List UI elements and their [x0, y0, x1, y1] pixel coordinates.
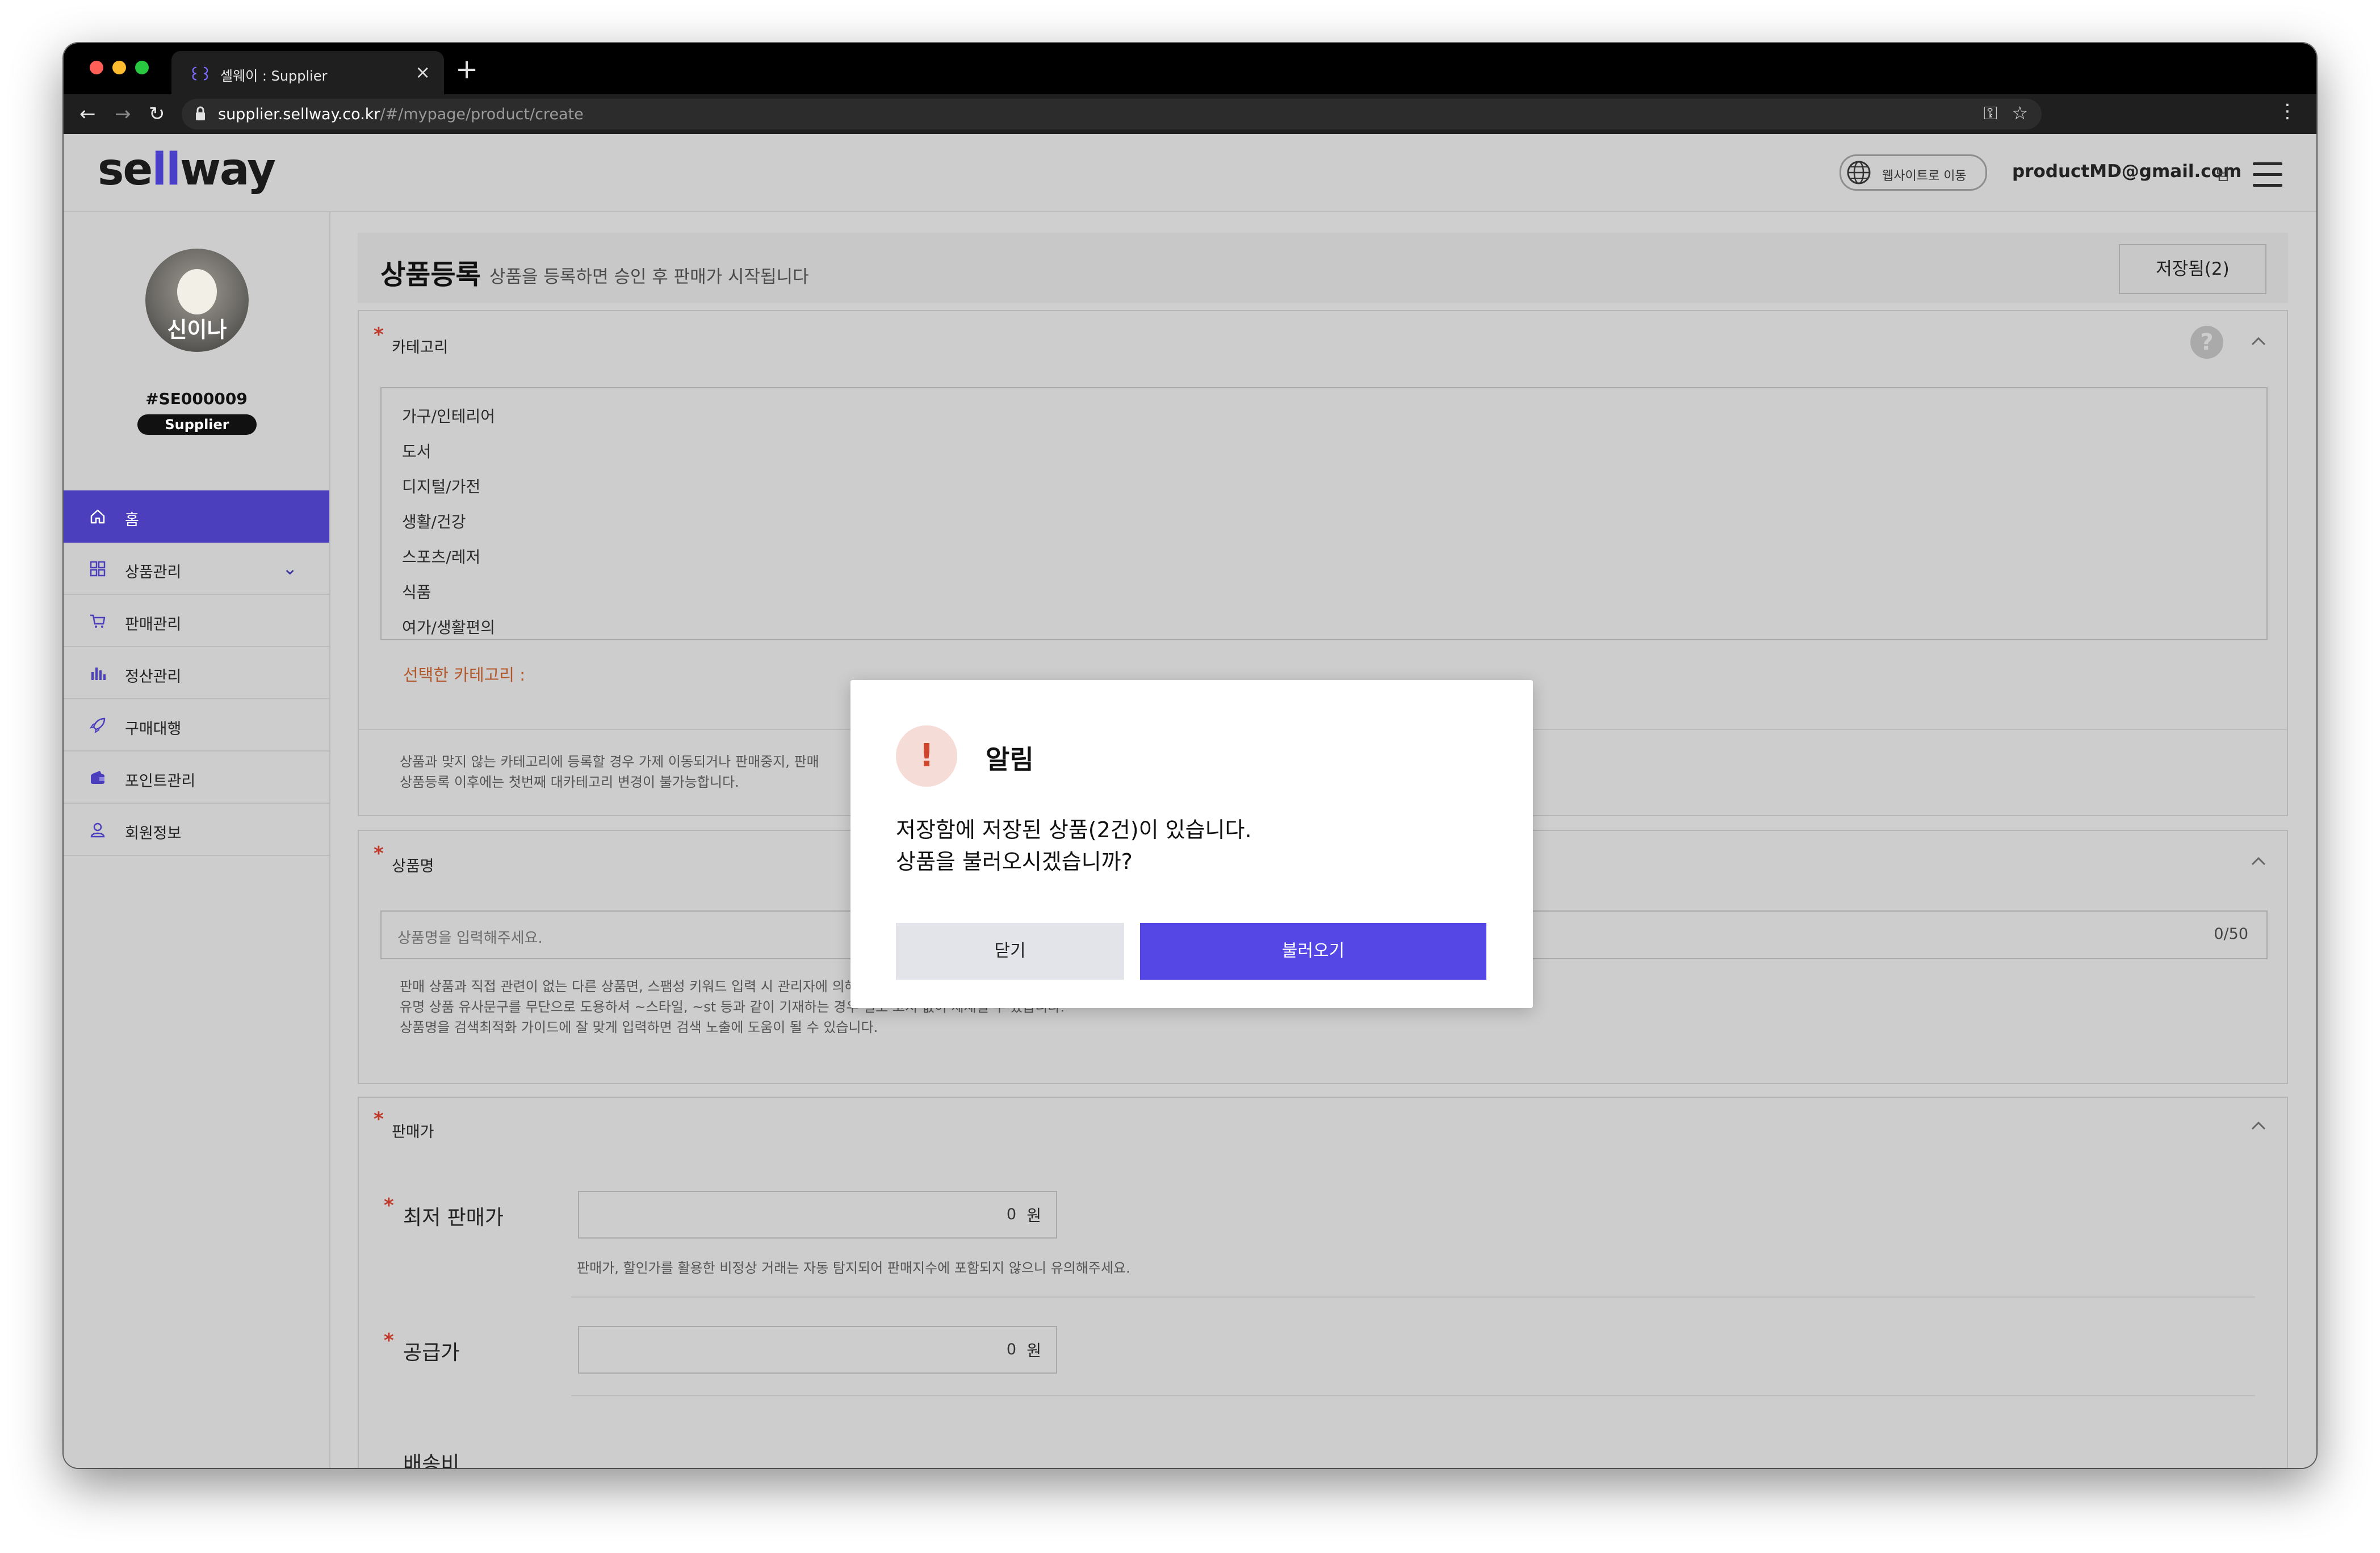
back-icon[interactable]: ←: [79, 100, 96, 128]
alert-icon: !: [896, 725, 957, 787]
required-mark: *: [374, 1108, 384, 1131]
price-section: * 판매가 * 최저 판매가 0 원 판매가, 할인가를 활용한 비정상 거래는…: [358, 1097, 2288, 1468]
category-option[interactable]: 디지털/가전: [402, 475, 480, 497]
chevron-up-icon[interactable]: [2251, 854, 2266, 870]
selected-category: 선택한 카테고리 :: [403, 665, 525, 685]
sidebar-item-label: 구매대행: [125, 720, 182, 738]
required-mark: *: [384, 1329, 394, 1352]
category-option[interactable]: 가구/인테리어: [402, 404, 495, 427]
required-mark: *: [374, 324, 384, 346]
browser-window: ꒰꒱ 셀웨이 : Supplier × + ← → ↻ supplier.sel…: [64, 43, 2316, 1468]
product-name-placeholder: 상품명을 입력해주세요.: [397, 930, 543, 947]
chevron-down-icon[interactable]: ⌄: [282, 557, 298, 579]
tab-bar: ꒰꒱ 셀웨이 : Supplier × +: [64, 43, 2316, 94]
rocket-icon: [89, 717, 106, 734]
close-button[interactable]: 닫기: [896, 923, 1124, 980]
sidebar-item-label: 상품관리: [125, 564, 182, 581]
key-icon[interactable]: ⚿: [1984, 102, 1997, 124]
chevron-up-icon[interactable]: [2251, 334, 2266, 350]
website-button[interactable]: 웹사이트로 이동: [1840, 154, 1987, 191]
sidebar-item-sales[interactable]: 판매관리: [64, 595, 329, 647]
required-mark: *: [374, 842, 384, 865]
load-button[interactable]: 불러오기: [1140, 923, 1486, 980]
url-text: supplier.sellway.co.kr/#/mypage/product/…: [218, 106, 584, 123]
supply-price-input[interactable]: 0 원: [578, 1326, 1057, 1374]
category-option[interactable]: 생활/건강: [402, 510, 466, 532]
website-button-label: 웹사이트로 이동: [1882, 169, 1967, 183]
alert-dialog: ! 알림 저장함에 저장된 상품(2건)이 있습니다. 상품을 불러오시겠습니까…: [850, 680, 1533, 1008]
sidebar-item-home[interactable]: 홈: [64, 490, 329, 543]
user-icon: [90, 822, 105, 838]
new-tab-icon[interactable]: +: [455, 52, 478, 86]
user-email: productMD@gmail.com: [2012, 161, 2242, 182]
sidebar-item-label: 정산관리: [125, 668, 182, 686]
dialog-title: 알림: [986, 744, 1034, 775]
sidebar-item-products[interactable]: 상품관리 ⌄: [64, 543, 329, 595]
home-icon: [90, 509, 105, 524]
required-mark: *: [384, 1194, 394, 1217]
category-option[interactable]: 여가/생활편의: [402, 615, 495, 638]
browser-tab[interactable]: ꒰꒱ 셀웨이 : Supplier ×: [171, 51, 444, 94]
category-option[interactable]: 식품: [402, 580, 431, 603]
chevron-up-icon[interactable]: [2251, 1118, 2266, 1134]
category-hint: 상품과 맞지 않는 카테고리에 등록할 경우 가제 이동되거나 판매중지, 판매…: [400, 754, 819, 790]
page-title-bar: 상품등록 상품을 등록하면 승인 후 판매가 시작됩니다 저장됨(2): [358, 233, 2288, 303]
sidebar-item-points[interactable]: 포인트관리: [64, 752, 329, 804]
sidebar-item-settlement[interactable]: 정산관리: [64, 647, 329, 699]
price-label: 판매가: [392, 1123, 434, 1141]
sidebar-item-purchase-agent[interactable]: 구매대행: [64, 699, 329, 752]
category-label: 카테고리: [392, 339, 449, 356]
min-price-label: 최저 판매가: [403, 1206, 504, 1229]
reload-icon[interactable]: ↻: [149, 100, 165, 128]
sidebar-item-member-info[interactable]: 회원정보: [64, 804, 329, 856]
favicon-icon: ꒰꒱: [188, 67, 212, 84]
avatar: 신이나: [145, 249, 249, 352]
star-icon[interactable]: ☆: [2012, 102, 2028, 124]
sellway-logo[interactable]: sellway: [98, 144, 276, 195]
category-option[interactable]: 스포츠/레저: [402, 545, 480, 568]
user-suffix: 님: [2215, 165, 2230, 184]
char-counter: 0/50: [2214, 925, 2248, 943]
page: sellway 웹사이트로 이동 productMD@gmail.com 님 신…: [64, 134, 2316, 1468]
wallet-icon: [91, 771, 104, 784]
shipping-fee-label: 배송비: [403, 1453, 460, 1468]
sidebar-item-label: 홈: [125, 511, 139, 529]
site-header: sellway 웹사이트로 이동 productMD@gmail.com 님: [64, 134, 2316, 212]
sidebar-menu: 홈 상품관리 ⌄ 판매관리 정산관리 구매대행 포인트관리 회원정보: [64, 490, 329, 856]
grid-icon: [90, 561, 106, 577]
forward-icon[interactable]: →: [115, 100, 131, 128]
min-price-hint: 판매가, 할인가를 활용한 비정상 거래는 자동 탐지되어 판매지수에 포함되지…: [577, 1260, 1130, 1276]
tab-title: 셀웨이 : Supplier: [220, 68, 328, 84]
role-badge: Supplier: [137, 414, 257, 435]
sidebar-item-label: 회원정보: [125, 825, 182, 842]
product-name-label: 상품명: [392, 858, 434, 875]
sidebar: 신이나 #SE000009 Supplier 홈 상품관리 ⌄ 판매관리 정산관…: [64, 212, 330, 1468]
saved-drafts-button[interactable]: 저장됨(2): [2119, 244, 2266, 294]
hamburger-menu-icon[interactable]: [2253, 162, 2282, 187]
member-id: #SE000009: [145, 389, 248, 408]
page-subtitle: 상품을 등록하면 승인 후 판매가 시작됩니다: [489, 267, 809, 287]
page-title: 상품등록: [380, 259, 481, 291]
cart-icon: [90, 614, 106, 628]
close-window-button[interactable]: [90, 61, 103, 74]
category-option[interactable]: 도서: [402, 439, 431, 462]
url-bar[interactable]: supplier.sellway.co.kr/#/mypage/product/…: [182, 99, 2042, 129]
tab-close-icon[interactable]: ×: [415, 61, 430, 83]
globe-icon: [1847, 161, 1871, 184]
category-list: 가구/인테리어 도서 디지털/가전 생활/건강 스포츠/레저 식품 여가/생활편…: [380, 387, 2268, 640]
address-toolbar: ← → ↻ supplier.sellway.co.kr/#/mypage/pr…: [64, 94, 2316, 134]
min-price-input[interactable]: 0 원: [578, 1191, 1057, 1239]
avatar-text: 신이나: [167, 317, 227, 342]
help-icon[interactable]: ?: [2190, 326, 2223, 359]
lock-icon: [196, 106, 205, 120]
browser-menu-icon[interactable]: ⋮: [2278, 100, 2297, 123]
sidebar-item-label: 판매관리: [125, 616, 182, 633]
minimize-window-button[interactable]: [112, 61, 126, 74]
maximize-window-button[interactable]: [135, 61, 149, 74]
supply-price-label: 공급가: [403, 1341, 460, 1365]
bar-chart-icon: [91, 668, 106, 680]
dialog-message: 저장함에 저장된 상품(2건)이 있습니다. 상품을 불러오시겠습니까?: [896, 817, 1252, 874]
sidebar-item-label: 포인트관리: [125, 773, 196, 790]
